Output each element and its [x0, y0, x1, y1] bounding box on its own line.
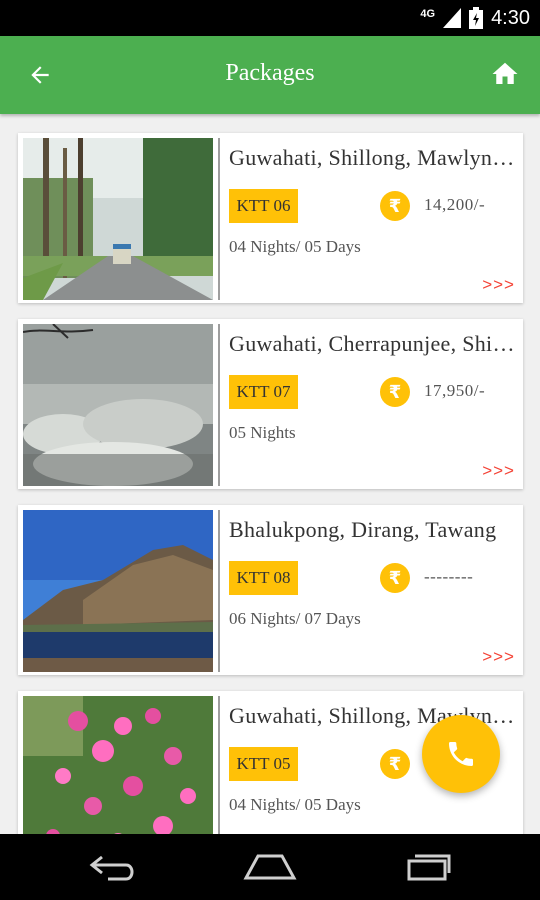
system-nav-bar: [0, 834, 540, 900]
package-duration: 04 Nights/ 05 Days: [229, 795, 361, 814]
card-divider: [218, 696, 220, 834]
network-type-label: 4G: [420, 8, 436, 20]
page-title: Packages: [225, 60, 315, 86]
nav-home-button[interactable]: [240, 850, 300, 884]
package-price: 14,200/-: [424, 195, 486, 214]
package-price: --------: [424, 567, 474, 586]
card-divider: [218, 510, 220, 672]
home-button[interactable]: [488, 58, 522, 90]
nav-recents-button[interactable]: [398, 850, 458, 884]
more-link[interactable]: >>>: [482, 275, 515, 295]
package-code-badge: KTT 05: [229, 747, 298, 781]
signal-icon: [443, 8, 462, 28]
package-image-forest-road: [23, 138, 213, 300]
status-bar: 4G 4:30: [0, 0, 540, 36]
package-card[interactable]: Guwahati, Shillong, Mawlynnong KTT 06 ₹ …: [18, 133, 523, 303]
rupee-icon: ₹: [380, 377, 410, 407]
card-divider: [218, 138, 220, 300]
package-code-badge: KTT 08: [229, 561, 298, 595]
package-price: 17,950/-: [424, 381, 486, 400]
nav-recents-icon: [407, 854, 451, 881]
card-divider: [218, 324, 220, 486]
package-duration: 04 Nights/ 05 Days: [229, 237, 361, 256]
nav-back-button[interactable]: [83, 850, 143, 884]
call-button[interactable]: [422, 715, 500, 793]
package-code-badge: KTT 06: [229, 189, 298, 223]
more-link[interactable]: >>>: [482, 647, 515, 667]
package-destinations: Guwahati, Shillong, Mawlynnong: [229, 145, 519, 170]
status-icons: 4G 4:30: [420, 6, 530, 30]
package-image-pink-flowers: [23, 696, 213, 834]
status-clock: 4:30: [491, 6, 530, 29]
more-link[interactable]: >>>: [482, 461, 515, 481]
package-code-badge: KTT 07: [229, 375, 298, 409]
rupee-icon: ₹: [380, 563, 410, 593]
rupee-icon: ₹: [380, 191, 410, 221]
package-card[interactable]: Guwahati, Cherrapunjee, Shillong KTT 07 …: [18, 319, 523, 489]
phone-icon: [449, 742, 473, 766]
package-image-mountain-lake: [23, 510, 213, 672]
package-image-waterfall: [23, 324, 213, 486]
nav-back-icon: [89, 855, 134, 881]
home-icon: [492, 62, 518, 84]
battery-icon: [469, 7, 484, 29]
rupee-icon: ₹: [380, 749, 410, 779]
nav-home-icon: [243, 854, 297, 880]
package-duration: 06 Nights/ 07 Days: [229, 609, 361, 628]
package-duration: 05 Nights: [229, 423, 296, 442]
package-card[interactable]: Bhalukpong, Dirang, Tawang KTT 08 ₹ ----…: [18, 505, 523, 675]
app-bar: Packages: [0, 36, 540, 114]
package-destinations: Bhalukpong, Dirang, Tawang: [229, 517, 497, 542]
package-destinations: Guwahati, Cherrapunjee, Shillong: [229, 331, 519, 356]
